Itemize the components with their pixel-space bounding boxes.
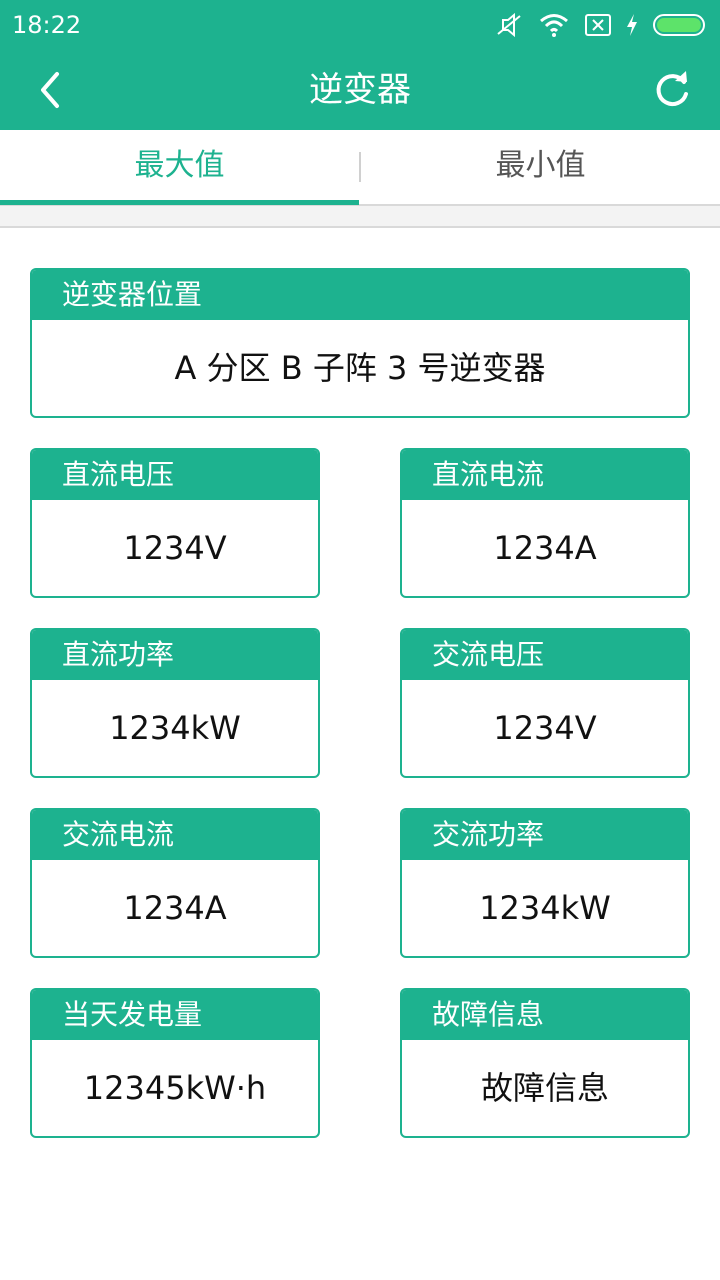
location-label: 逆变器位置 — [32, 270, 688, 320]
metric-value: 1234A — [123, 889, 227, 927]
metric-label: 直流电流 — [402, 450, 688, 500]
metric-card-ac-power: 交流功率 1234kW — [400, 808, 690, 958]
back-button[interactable] — [28, 68, 72, 112]
tab-min[interactable]: 最小值 — [361, 130, 720, 204]
metric-card-dc-voltage: 直流电压 1234V — [30, 448, 320, 598]
metric-card-daily-energy: 当天发电量 12345kW·h — [30, 988, 320, 1138]
metric-card-fault-info: 故障信息 故障信息 — [400, 988, 690, 1138]
battery-icon — [652, 12, 708, 38]
mute-icon — [494, 12, 524, 38]
metric-value: 1234V — [123, 529, 227, 567]
status-icons — [494, 10, 708, 40]
status-time: 18:22 — [12, 11, 82, 39]
metric-value: 12345kW·h — [83, 1069, 267, 1107]
tab-bar: 最大值 最小值 — [0, 130, 720, 206]
tab-indicator — [0, 200, 359, 205]
wifi-icon — [538, 12, 570, 38]
metric-value: 1234kW — [109, 709, 241, 747]
status-bar: 18:22 — [0, 0, 720, 50]
divider-strip — [0, 206, 720, 228]
metric-label: 交流功率 — [402, 810, 688, 860]
metric-label: 直流电压 — [32, 450, 318, 500]
charging-icon — [626, 13, 638, 37]
location-value: A 分区 B 子阵 3 号逆变器 — [174, 349, 546, 387]
metric-card-ac-voltage: 交流电压 1234V — [400, 628, 690, 778]
metric-label: 直流功率 — [32, 630, 318, 680]
location-card: 逆变器位置 A 分区 B 子阵 3 号逆变器 — [30, 268, 690, 418]
metric-label: 交流电压 — [402, 630, 688, 680]
metric-value: 1234A — [493, 529, 597, 567]
metric-value: 1234V — [493, 709, 597, 747]
metric-card-dc-power: 直流功率 1234kW — [30, 628, 320, 778]
chevron-left-icon — [41, 72, 59, 108]
metric-label: 故障信息 — [402, 990, 688, 1040]
app-bar: 逆变器 — [0, 50, 720, 130]
tab-max[interactable]: 最大值 — [0, 130, 359, 204]
sim-icon — [584, 13, 612, 37]
metric-card-ac-current: 交流电流 1234A — [30, 808, 320, 958]
page-title: 逆变器 — [309, 70, 411, 110]
metric-value: 故障信息 — [480, 1069, 609, 1107]
metric-label: 当天发电量 — [32, 990, 318, 1040]
metric-label: 交流电流 — [32, 810, 318, 860]
refresh-icon — [656, 71, 688, 107]
refresh-button[interactable] — [648, 68, 696, 112]
metric-card-dc-current: 直流电流 1234A — [400, 448, 690, 598]
metric-value: 1234kW — [479, 889, 611, 927]
